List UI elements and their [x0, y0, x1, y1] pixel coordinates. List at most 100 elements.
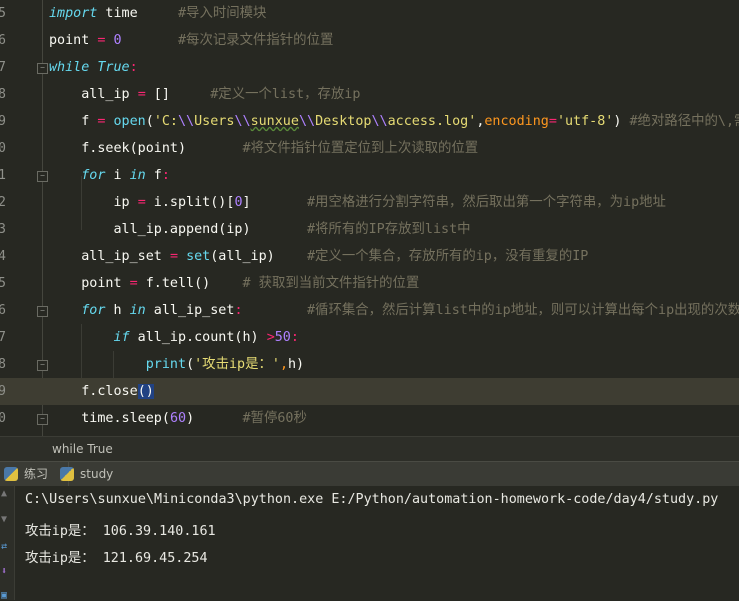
code-line[interactable]: 7while True: [0, 54, 739, 81]
code-line[interactable]: 2 ip = i.split()[0] #用空格进行分割字符串，然后取出第一个字… [0, 189, 739, 216]
comment-token: #每次记录文件指针的位置 [178, 33, 333, 48]
code-token-token [49, 330, 114, 345]
string-token: 'utf-8' [557, 114, 613, 129]
fold-icon[interactable]: − [37, 414, 48, 425]
selection-token: () [138, 384, 154, 399]
code-token-token: ( [146, 114, 154, 129]
code-token-token: [] [146, 87, 211, 102]
comment-token: #绝对路径中的\,需 [630, 114, 739, 129]
breadcrumb[interactable]: while True [0, 436, 739, 461]
code-token-token: h [105, 303, 129, 318]
line-number: 5 [0, 270, 6, 297]
code-text: for h in all_ip_set: #循环集合，然后计算list中的ip地… [49, 297, 739, 324]
string-token: Desktop [315, 114, 371, 129]
run-tabs: 练习 study [0, 461, 739, 486]
fold-icon[interactable]: − [37, 171, 48, 182]
code-line[interactable]: 1 for i in f: [0, 162, 739, 189]
scroll-to-end-icon[interactable]: ⬇ [1, 566, 12, 577]
code-token-token: time.sleep( [49, 411, 170, 426]
tab-label: study [80, 467, 113, 481]
line-number: 9 [0, 378, 6, 405]
breadcrumb-item[interactable]: while True [52, 437, 113, 461]
code-line[interactable]: 0 f.seek(point) #将文件指针位置定位到上次读取的位置 [0, 135, 739, 162]
code-line[interactable]: 5 point = f.tell() # 获取到当前文件指针的位置 [0, 270, 739, 297]
keyword-token: for [81, 168, 105, 183]
keyword-token: import [49, 6, 97, 21]
code-text: import time #导入时间模块 [49, 0, 266, 27]
code-line[interactable]: 6 point = 0 #每次记录文件指针的位置 [0, 27, 739, 54]
code-text: if all_ip.count(h) >50: [49, 324, 299, 351]
operator-token: : [162, 168, 170, 183]
code-token-token [178, 249, 186, 264]
soft-wrap-icon[interactable]: ⇄ [1, 541, 12, 552]
code-line[interactable]: 4 all_ip_set = set(all_ip) #定义一个集合，存放所有的… [0, 243, 739, 270]
line-number: 6 [0, 27, 6, 54]
string-token: 'C: [154, 114, 178, 129]
code-line[interactable]: 9 f.close() [0, 378, 739, 405]
code-token-token: all_ip.count(h) [130, 330, 267, 345]
code-text: point = 0 #每次记录文件指针的位置 [49, 27, 333, 54]
code-token-token: ] [243, 195, 308, 210]
number-token: \\ [234, 114, 250, 129]
code-text: while True: [49, 54, 138, 81]
run-console[interactable]: ▲ ▼ ⇄ ⬇ ▣ C:\Users\sunxue\Miniconda3\pyt… [0, 486, 739, 600]
code-line[interactable]: 3 all_ip.append(ip) #将所有的IP存放到list中 [0, 216, 739, 243]
builtin-token: open [114, 114, 146, 129]
arrow-down-icon[interactable]: ▼ [1, 514, 12, 525]
code-text: all_ip = [] #定义一个list，存放ip [49, 81, 360, 108]
code-line[interactable]: 9 f = open('C:\\Users\\sunxue\\Desktop\\… [0, 108, 739, 135]
code-line[interactable]: 8 all_ip = [] #定义一个list，存放ip [0, 81, 739, 108]
print-icon[interactable]: ▣ [1, 590, 12, 601]
keyword-token: for [81, 303, 105, 318]
comment-token: #定义一个list，存放ip [210, 87, 360, 102]
keyword-token: True [97, 60, 129, 75]
number-token: 60 [170, 411, 186, 426]
code-text: point = f.tell() # 获取到当前文件指针的位置 [49, 270, 419, 297]
code-line[interactable]: 5import time #导入时间模块 [0, 0, 739, 27]
line-number: 2 [0, 189, 6, 216]
code-editor[interactable]: 5import time #导入时间模块6point = 0 #每次记录文件指针… [0, 0, 739, 436]
number-token: \\ [299, 114, 315, 129]
code-token-token [122, 33, 178, 48]
comment-token: #将所有的IP存放到list中 [307, 222, 471, 237]
code-text: ip = i.split()[0] #用空格进行分割字符串，然后取出第一个字符串… [49, 189, 666, 216]
param-token: , [280, 357, 288, 372]
builtin-token: print [146, 357, 186, 372]
code-token-token: i.split()[ [146, 195, 235, 210]
line-number: 8 [0, 351, 6, 378]
operator-token: : [291, 330, 299, 345]
code-token-token: point [49, 33, 97, 48]
tab-study[interactable]: study [58, 462, 113, 486]
operator-token: : [130, 60, 138, 75]
code-text: f.seek(point) #将文件指针位置定位到上次读取的位置 [49, 135, 478, 162]
code-token-token: ) [613, 114, 629, 129]
operator-token: = [138, 87, 146, 102]
operator-token: = [130, 276, 138, 291]
fold-icon[interactable]: − [37, 306, 48, 317]
keyword-token: while [49, 60, 89, 75]
code-line[interactable]: 7 if all_ip.count(h) >50: [0, 324, 739, 351]
code-token-token: f.seek(point) [49, 141, 242, 156]
code-line[interactable]: 8 print('攻击ip是：',h) [0, 351, 739, 378]
code-token-token [105, 114, 113, 129]
line-number: 6 [0, 297, 6, 324]
number-token: 0 [114, 33, 122, 48]
line-number: 1 [0, 162, 6, 189]
fold-icon[interactable]: − [37, 63, 48, 74]
code-token-token: f.close [49, 384, 138, 399]
code-token-token: (all_ip) [210, 249, 307, 264]
operator-token: : [234, 303, 242, 318]
comment-token: #暂停60秒 [243, 411, 307, 426]
code-line[interactable]: 0 time.sleep(60) #暂停60秒 [0, 405, 739, 432]
code-token-token: all_ip.append(ip) [49, 222, 307, 237]
keyword-token: if [114, 330, 130, 345]
line-number: 9 [0, 108, 6, 135]
code-line[interactable]: 6 for h in all_ip_set: #循环集合，然后计算list中的i… [0, 297, 739, 324]
arrow-up-icon[interactable]: ▲ [1, 488, 12, 499]
fold-icon[interactable]: − [37, 360, 48, 371]
tab-label: 练习 [24, 467, 48, 481]
code-token-token: time [97, 6, 178, 21]
string-token: Users [194, 114, 234, 129]
code-token-token: ( [186, 357, 194, 372]
line-number: 4 [0, 243, 6, 270]
